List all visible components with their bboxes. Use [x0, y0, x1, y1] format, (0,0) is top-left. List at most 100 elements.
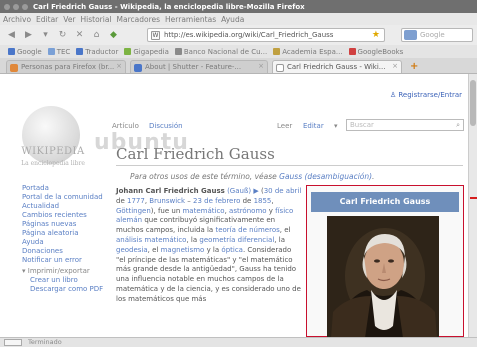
gauss-portrait-image[interactable] — [327, 216, 439, 337]
sidebar-item-crear-libro[interactable]: Crear un libro — [22, 276, 112, 285]
menu-ayuda[interactable]: Ayuda — [221, 15, 244, 24]
vertical-scrollbar[interactable] — [468, 74, 477, 337]
address-url: http://es.wikipedia.org/wiki/Carl_Friedr… — [164, 31, 334, 39]
bookmark-icon — [348, 48, 356, 55]
wikipedia-tagline: La enciclopedia libre — [21, 160, 85, 167]
more-actions-icon[interactable]: ▾ — [334, 122, 338, 130]
sidebar-item-portal[interactable]: Portal de la comunidad — [22, 193, 112, 202]
sidebar-item-notificar[interactable]: Notificar un error — [22, 256, 112, 265]
scrollbar-thumb[interactable] — [470, 80, 476, 126]
bookmark-icon — [174, 48, 182, 55]
bookmark-label: Gigapedia — [133, 47, 169, 56]
tab-editar[interactable]: Editar — [303, 122, 324, 130]
article-tabs: Artículo Discusión Leer Editar ▾ Buscar … — [112, 119, 464, 134]
menu-bar: Archivo Editar Ver Historial Marcadores … — [0, 13, 477, 25]
tab-articulo[interactable]: Artículo — [112, 122, 139, 130]
audio-icon[interactable]: ▶ — [253, 187, 258, 195]
bookmark-item[interactable]: Google — [8, 48, 42, 56]
article-lead-paragraph: Johann Carl Friedrich Gauss (Gauß) ▶ (30… — [116, 187, 302, 303]
bookmark-label: GoogleBooks — [357, 47, 404, 56]
tab-leer[interactable]: Leer — [277, 122, 292, 130]
tab-gauss[interactable]: Carl Friedrich Gauss - Wiki... × — [272, 60, 402, 73]
wikipedia-wordmark: WIKIPEDIA — [21, 146, 85, 157]
shutter-tab-icon — [134, 64, 142, 72]
sidebar-section-imprimir[interactable]: ▾ Imprimir/exportar — [22, 267, 112, 276]
bookmark-icon — [47, 48, 55, 55]
title-divider — [116, 165, 463, 166]
back-icon[interactable]: ◀ — [6, 30, 17, 41]
tab-shutter[interactable]: About | Shutter - Feature-... × — [130, 60, 268, 73]
close-window-button[interactable] — [4, 3, 10, 10]
infobox-title: Carl Friedrich Gauss — [311, 192, 459, 212]
menu-ver[interactable]: Ver — [63, 15, 75, 24]
new-tab-icon[interactable]: + — [410, 61, 418, 72]
red-marker — [470, 197, 477, 199]
search-engine-icon[interactable] — [404, 30, 417, 40]
bookmarks-toolbar: Google TEC Traductor Gigapedia Banco Naciona… — [0, 45, 477, 58]
search-bar[interactable]: Google — [401, 28, 473, 42]
tab-discusion[interactable]: Discusión — [149, 122, 183, 130]
bookmark-icon — [273, 48, 281, 55]
search-placeholder: Google — [420, 31, 445, 39]
address-bar[interactable]: W http://es.wikipedia.org/wiki/Carl_Frie… — [147, 28, 385, 42]
bookmark-item[interactable]: Gigapedia — [124, 48, 169, 56]
page-title: Carl Friedrich Gauss — [116, 145, 275, 163]
sidebar-item-actualidad[interactable]: Actualidad — [22, 202, 112, 211]
status-text: Terminado — [28, 338, 62, 346]
bookmark-icon — [8, 48, 15, 55]
disambiguation-note: Para otros usos de este término, véase G… — [130, 172, 375, 181]
bookmark-label: TEC — [56, 47, 71, 56]
close-tab-icon[interactable]: × — [258, 62, 264, 70]
disambiguation-link[interactable]: Gauss (desambiguación) — [279, 172, 372, 181]
addon-icon[interactable]: ◆ — [108, 30, 119, 41]
tab-personas[interactable]: Personas para Firefox (br... × — [6, 60, 126, 73]
bookmark-item[interactable]: Banco Nacional de Cu... — [174, 48, 267, 56]
close-tab-icon[interactable]: × — [116, 62, 122, 70]
close-tab-icon[interactable]: × — [392, 62, 398, 70]
stop-icon[interactable]: ✕ — [74, 30, 85, 41]
sidebar-item-aleatoria[interactable]: Página aleatoria — [22, 229, 112, 238]
window-title: Carl Friedrich Gauss - Wikipedia, la enc… — [33, 2, 305, 11]
menu-historial[interactable]: Historial — [81, 15, 112, 24]
navigation-toolbar: ◀ ▶ ▾ ↻ ✕ ⌂ ◆ W http://es.wikipedia.org/… — [0, 25, 477, 45]
menu-herramientas[interactable]: Herramientas — [165, 15, 216, 24]
tab-label: About | Shutter - Feature-... — [145, 63, 242, 71]
bookmark-label: Academia Espa... — [282, 47, 343, 56]
bookmark-star-icon[interactable]: ★ — [372, 30, 380, 40]
window-titlebar: Carl Friedrich Gauss - Wikipedia, la enc… — [0, 0, 477, 13]
menu-marcadores[interactable]: Marcadores — [117, 15, 161, 24]
maximize-window-button[interactable] — [22, 3, 28, 10]
bookmark-item[interactable]: Academia Espa... — [273, 47, 343, 56]
wiki-search-placeholder: Buscar — [350, 121, 374, 129]
tab-label: Personas para Firefox (br... — [21, 63, 115, 71]
sidebar-item-donaciones[interactable]: Donaciones — [22, 247, 112, 256]
bookmark-label: Traductor — [85, 47, 119, 56]
minimize-window-button[interactable] — [13, 3, 19, 10]
sidebar-item-portada[interactable]: Portada — [22, 184, 112, 193]
sidebar-item-descargar-pdf[interactable]: Descargar como PDF — [22, 285, 112, 294]
reload-icon[interactable]: ↻ — [57, 30, 68, 41]
dropdown-icon[interactable]: ▾ — [40, 30, 51, 41]
infobox: Carl Friedrich Gauss — [306, 185, 464, 337]
sidebar-item-cambios[interactable]: Cambios recientes — [22, 211, 112, 220]
tab-label: Carl Friedrich Gauss - Wiki... — [287, 63, 386, 71]
bookmark-item[interactable]: Traductor — [76, 48, 118, 56]
bookmark-item[interactable]: GoogleBooks — [348, 47, 404, 56]
menu-archivo[interactable]: Archivo — [3, 15, 31, 24]
register-login-link[interactable]: ♙ Registrarse/Entrar — [390, 91, 462, 99]
status-bar: Terminado — [0, 337, 477, 347]
wikipedia-tab-icon — [276, 64, 284, 72]
bookmark-icon — [76, 48, 84, 55]
home-icon[interactable]: ⌂ — [91, 30, 102, 41]
forward-icon[interactable]: ▶ — [23, 30, 34, 41]
tab-strip: Personas para Firefox (br... × About | S… — [0, 58, 477, 74]
sidebar-item-nuevas[interactable]: Páginas nuevas — [22, 220, 112, 229]
wiki-search-input[interactable]: Buscar ⌕ — [346, 119, 464, 131]
sidebar-item-ayuda[interactable]: Ayuda — [22, 238, 112, 247]
window-controls[interactable] — [4, 3, 28, 10]
search-icon[interactable]: ⌕ — [456, 120, 460, 130]
sidebar-navigation: Portada Portal de la comunidad Actualida… — [22, 184, 112, 294]
wikipedia-favicon-icon: W — [151, 31, 160, 40]
bookmark-item[interactable]: TEC — [47, 47, 71, 56]
menu-editar[interactable]: Editar — [36, 15, 58, 24]
